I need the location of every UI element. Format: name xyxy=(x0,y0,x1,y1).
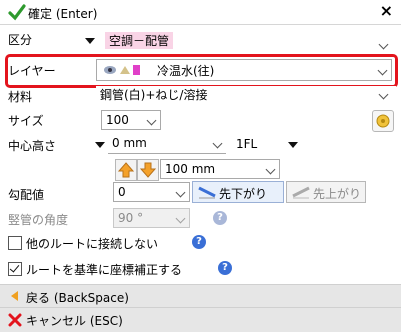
slope-down-button[interactable]: 先下がり xyxy=(192,181,284,203)
back-arrow-icon xyxy=(11,291,18,301)
chevron-down-icon[interactable] xyxy=(173,184,189,202)
help-icon[interactable]: ? xyxy=(213,211,227,225)
slope-select[interactable]: 0 xyxy=(113,182,190,202)
offset-input[interactable]: 100 mm xyxy=(160,159,280,179)
slope-down-icon xyxy=(198,186,216,199)
confirm-label: 確定 (Enter) xyxy=(28,7,98,21)
size-select[interactable]: 100 xyxy=(101,110,161,130)
arrow-up-icon xyxy=(117,162,135,178)
chevron-down-icon[interactable] xyxy=(376,36,392,54)
chevron-down-icon[interactable] xyxy=(144,112,160,130)
chevron-down-icon[interactable] xyxy=(173,210,189,228)
chevron-down-icon[interactable] xyxy=(375,62,391,80)
category-select[interactable]: 空調－配管 xyxy=(101,30,395,50)
height-reference-label: 1FL xyxy=(236,137,258,151)
arrow-down-icon xyxy=(139,162,157,178)
vertical-angle-select[interactable]: 90 ° xyxy=(113,208,190,228)
material-label: 材料 xyxy=(8,90,33,104)
no-connect-checkbox[interactable] xyxy=(8,236,22,250)
pipe-properties-panel: 確定 (Enter) × 区分 空調－配管 レイヤー 冷温水(往) 材料 鋼管(… xyxy=(0,0,401,332)
coord-correct-checkbox[interactable] xyxy=(8,262,22,276)
center-height-input[interactable]: 0 mm xyxy=(108,134,226,154)
close-button[interactable]: × xyxy=(380,1,393,20)
help-icon[interactable]: ? xyxy=(218,261,232,275)
no-connect-label: 他のルートに接続しない xyxy=(26,237,159,251)
size-settings-button[interactable] xyxy=(372,110,394,132)
category-label: 区分 xyxy=(8,33,33,47)
reference-dropdown-icon[interactable] xyxy=(288,142,298,148)
slope-up-icon xyxy=(292,186,310,199)
material-select[interactable]: 鋼管(白)+ねじ/溶接 xyxy=(96,86,396,104)
height-mode-dropdown-icon[interactable] xyxy=(95,142,105,148)
cancel-button[interactable]: キャンセル (ESC) xyxy=(0,307,401,332)
vertical-angle-label: 竪管の角度 xyxy=(8,213,69,227)
slope-label: 勾配値 xyxy=(8,188,45,202)
layer-visibility-icon xyxy=(104,65,140,75)
slope-up-button[interactable]: 先上がり xyxy=(286,181,366,203)
cancel-x-icon xyxy=(8,313,22,327)
chevron-down-icon[interactable] xyxy=(263,161,279,179)
category-dropdown-arrow-icon[interactable] xyxy=(85,38,95,44)
center-height-label: 中心高さ xyxy=(8,139,57,153)
size-settings-icon xyxy=(376,114,390,128)
chevron-down-icon[interactable] xyxy=(210,135,226,153)
help-icon[interactable]: ? xyxy=(192,235,206,249)
coord-correct-label: ルートを基準に座標補正する xyxy=(26,263,183,277)
confirm-header[interactable]: 確定 (Enter) × xyxy=(0,0,401,25)
back-button[interactable]: 戻る (BackSpace) xyxy=(0,284,401,307)
layer-select[interactable]: 冷温水(往) xyxy=(96,59,392,81)
size-label: サイズ xyxy=(8,114,44,128)
layer-label: レイヤー xyxy=(8,64,56,78)
checkmark-icon xyxy=(8,4,26,21)
move-down-button[interactable] xyxy=(137,159,159,181)
chevron-down-icon[interactable] xyxy=(376,86,392,104)
move-up-button[interactable] xyxy=(115,159,137,181)
